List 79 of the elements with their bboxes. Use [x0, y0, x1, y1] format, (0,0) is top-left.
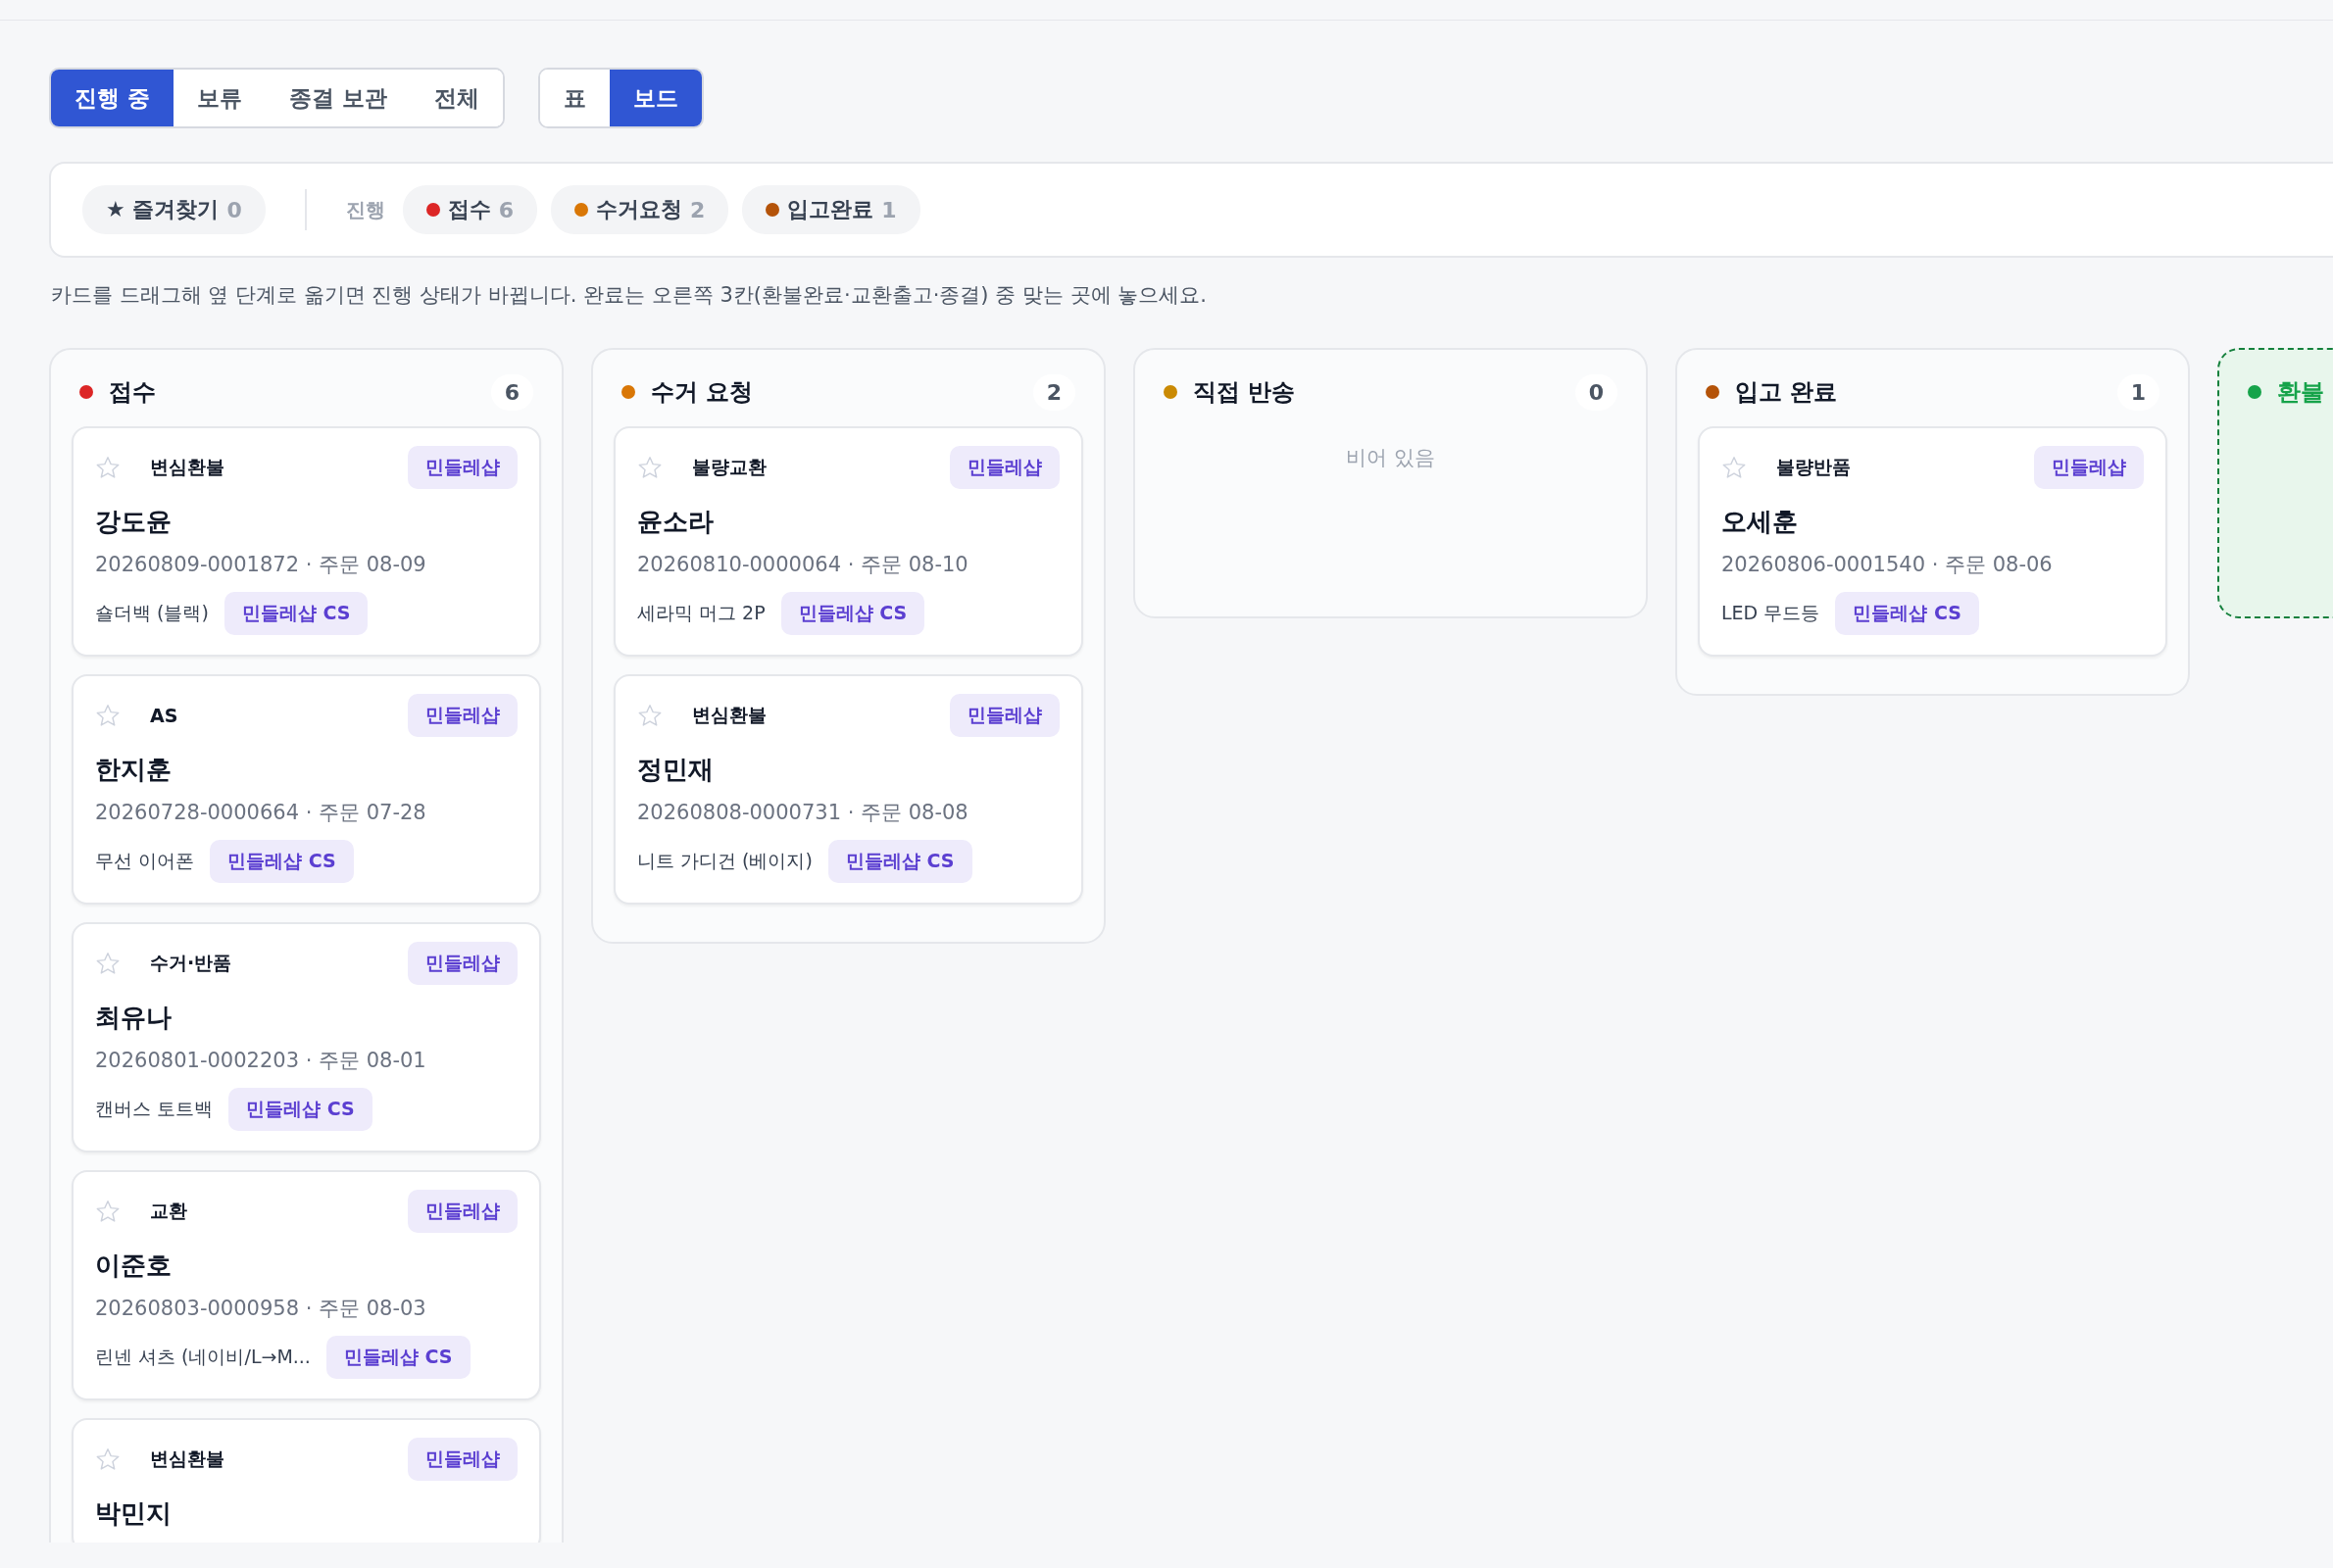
team-badge: 민들레샵 CS: [223, 592, 369, 635]
column-title: 입고 완료: [1735, 377, 1839, 408]
case-type: 변심환불: [150, 1446, 225, 1471]
team-badge: 민들레샵 CS: [780, 592, 925, 635]
stage-chip[interactable]: 수거요청 2: [551, 185, 729, 234]
team-badge: 민들레샵 CS: [228, 1088, 372, 1131]
hint-text: 카드를 드래그해 옆 단계로 옮기면 진행 상태가 바뀝니다. 완료는 오른쪽 3칸(환불완료·교환출고·종결) 중 맞는 곳에 놓으세요.: [51, 282, 1208, 309]
customer-name: 최유나: [95, 1002, 173, 1034]
customer-name: 오세훈: [1721, 506, 1799, 538]
order-info: 20260808-0000731 · 주문 08-08: [637, 800, 969, 826]
team-badge: 민들레샵 CS: [827, 840, 972, 883]
shop-badge: 민들레샵: [950, 694, 1060, 737]
case-card[interactable]: 변심환불 민들레샵 박민지: [72, 1418, 541, 1543]
case-type: 변심환불: [150, 455, 225, 479]
case-card[interactable]: 변심환불 민들레샵 정민재 20260808-0000731 · 주문 08-08 니트 가디건 (베이지) 민들레샵 CS: [614, 674, 1083, 905]
customer-name: 한지훈: [95, 754, 173, 786]
column-count: 2: [1032, 373, 1075, 411]
star-icon[interactable]: [1721, 455, 1747, 480]
case-type: 교환: [150, 1199, 188, 1223]
team-badge: 민들레샵 CS: [325, 1336, 471, 1379]
customer-name: 강도윤: [95, 506, 173, 538]
order-info: 20260801-0002203 · 주문 08-01: [95, 1048, 427, 1074]
star-icon[interactable]: [95, 951, 121, 976]
team-badge: 민들레샵 CS: [1835, 592, 1979, 635]
order-info: 20260809-0001872 · 주문 08-09: [95, 552, 427, 578]
case-type: AS: [150, 705, 179, 726]
view-tab[interactable]: 보드: [610, 70, 703, 126]
column-count: 0: [1574, 373, 1617, 411]
stage-chip[interactable]: 입고완료 1: [742, 185, 920, 234]
shop-badge: 민들레샵: [408, 694, 518, 737]
product-name: 린넨 셔츠 (네이비/L→M...: [95, 1345, 311, 1369]
shop-badge: 민들레샵: [2034, 446, 2144, 489]
column-title: 수거 요청: [651, 377, 755, 408]
empty-text: 비어 있음: [1345, 445, 1436, 471]
customer-name: 이준호: [95, 1250, 173, 1282]
order-info: 20260803-0000958 · 주문 08-03: [95, 1296, 427, 1322]
shop-badge: 민들레샵: [408, 446, 518, 489]
star-icon[interactable]: [637, 455, 663, 480]
shop-badge: 민들레샵: [408, 1438, 518, 1481]
customer-name: 정민재: [637, 754, 715, 786]
product-name: 숄더백 (블랙): [95, 601, 209, 625]
product-name: 니트 가디건 (베이지): [637, 849, 813, 873]
column-count: 1: [2116, 373, 2159, 411]
group-label: 진행: [345, 196, 385, 223]
star-icon[interactable]: [95, 1446, 121, 1472]
star-icon[interactable]: [95, 1199, 121, 1224]
favorites-chip[interactable]: ★ 즐겨찾기 0: [82, 185, 266, 234]
case-type: 변심환불: [692, 703, 768, 727]
status-tab[interactable]: 진행 중: [51, 70, 174, 126]
star-icon[interactable]: [95, 703, 121, 728]
case-card[interactable]: 수거·반품 민들레샵 최유나 20260801-0002203 · 주문 08-01 캔버스 토트백 민들레샵 CS: [72, 922, 541, 1152]
column-title: 직접 반송: [1193, 377, 1297, 408]
customer-name: 박민지: [95, 1497, 173, 1530]
star-icon[interactable]: [637, 703, 663, 728]
customer-name: 윤소라: [637, 506, 715, 538]
product-name: 캔버스 토트백: [95, 1097, 214, 1121]
case-type: 불량교환: [692, 455, 768, 479]
shop-badge: 민들레샵: [408, 942, 518, 985]
product-name: 세라믹 머그 2P: [637, 601, 766, 625]
case-card[interactable]: 교환 민들레샵 이준호 20260803-0000958 · 주문 08-03 린넨 셔츠 (네이비/L→M... 민들레샵 CS: [72, 1170, 541, 1400]
column-count: 6: [490, 373, 533, 411]
shop-badge: 민들레샵: [950, 446, 1060, 489]
case-card[interactable]: 불량교환 민들레샵 윤소라 20260810-0000064 · 주문 08-10 세라믹 머그 2P 민들레샵 CS: [614, 426, 1083, 657]
order-info: 20260806-0001540 · 주문 08-06: [1721, 552, 2054, 578]
star-icon[interactable]: [95, 455, 121, 480]
order-info: 20260728-0000664 · 주문 07-28: [95, 800, 427, 826]
case-type: 불량반품: [1776, 455, 1852, 479]
case-card[interactable]: 불량반품 민들레샵 오세훈 20260806-0001540 · 주문 08-06 LED 무드등 민들레샵 CS: [1698, 426, 2167, 657]
order-info: 20260810-0000064 · 주문 08-10: [637, 552, 969, 578]
column-title: 환불: [2277, 377, 2325, 408]
column-title: 접수: [109, 377, 157, 408]
team-badge: 민들레샵 CS: [210, 840, 354, 883]
case-card[interactable]: AS 민들레샵 한지훈 20260728-0000664 · 주문 07-28 무선 이어폰 민들레샵 CS: [72, 674, 541, 905]
product-name: LED 무드등: [1721, 601, 1820, 625]
shop-badge: 민들레샵: [408, 1190, 518, 1233]
case-card[interactable]: 변심환불 민들레샵 강도윤 20260809-0001872 · 주문 08-09 숄더백 (블랙) 민들레샵 CS: [72, 426, 541, 657]
stage-chip[interactable]: 접수 6: [402, 185, 538, 234]
product-name: 무선 이어폰: [95, 849, 195, 873]
case-type: 수거·반품: [150, 951, 233, 975]
